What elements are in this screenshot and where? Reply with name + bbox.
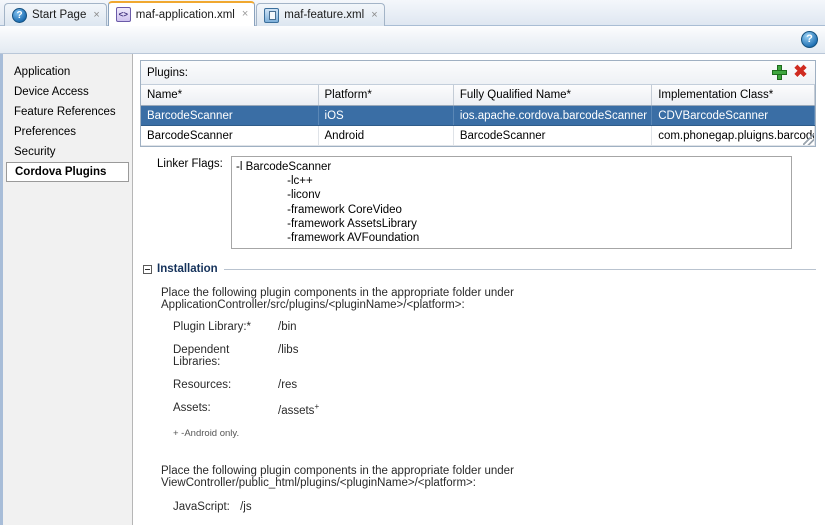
editor-tab-strip: ? Start Page × <> maf-application.xml × … xyxy=(0,0,825,26)
linker-flags-textarea[interactable]: -l BarcodeScanner -lc++ -liconv -framewo… xyxy=(231,156,792,249)
installation-component-list: Plugin Library:* /bin Dependent Librarie… xyxy=(140,321,816,417)
sidebar-item-feature-references[interactable]: Feature References xyxy=(3,102,132,122)
page-body: Application Device Access Feature Refere… xyxy=(0,54,825,525)
tab-label: maf-feature.xml xyxy=(284,9,365,21)
list-item: Dependent Libraries: /libs xyxy=(173,344,816,368)
javascript-row: JavaScript: /js xyxy=(140,501,816,513)
plugin-library-value: /bin xyxy=(278,321,297,333)
installation-paragraph-2: Place the following plugin components in… xyxy=(161,464,514,489)
cell-name[interactable]: BarcodeScanner xyxy=(141,125,319,146)
help-circle-icon: ? xyxy=(12,7,27,23)
cell-fully-qualified-name[interactable]: ios.apache.cordova.barcodeScanner xyxy=(453,105,653,126)
cell-implementation-class[interactable]: CDVBarcodeScanner xyxy=(651,105,815,126)
plugins-label: Plugins: xyxy=(147,66,188,79)
column-header-implementation-class[interactable]: Implementation Class* xyxy=(651,85,815,106)
plugins-table-wrapper: Name* Platform* Fully Qualified Name* Im… xyxy=(141,85,815,146)
tab-label: Start Page xyxy=(32,9,87,21)
assets-path: /assets xyxy=(278,404,315,417)
cell-implementation-class[interactable]: com.phonegap.pluigns.barcode… xyxy=(651,125,815,146)
tab-maf-application-xml[interactable]: <> maf-application.xml × xyxy=(107,1,256,26)
plugin-library-label: Plugin Library:* xyxy=(173,321,251,333)
linker-flags-row: Linker Flags: -l BarcodeScanner -lc++ -l… xyxy=(140,156,816,249)
installation-section-header[interactable]: Installation xyxy=(140,263,816,275)
installation-paragraph-1: Place the following plugin components in… xyxy=(161,287,514,311)
section-divider xyxy=(223,268,816,270)
assets-label: Assets: xyxy=(173,402,211,414)
plugins-group-box: Plugins: ✖ Name* Platform* Fully Qualifi… xyxy=(140,60,816,147)
list-item: Resources: /res xyxy=(173,379,816,391)
cell-platform[interactable]: iOS xyxy=(318,105,454,126)
sidebar-item-security[interactable]: Security xyxy=(3,142,132,162)
plugins-table: Name* Platform* Fully Qualified Name* Im… xyxy=(141,85,815,146)
tab-start-page[interactable]: ? Start Page × xyxy=(4,3,107,26)
plugins-header: Plugins: ✖ xyxy=(141,61,815,85)
cell-fully-qualified-name[interactable]: BarcodeScanner xyxy=(453,125,653,146)
column-header-fully-qualified-name[interactable]: Fully Qualified Name* xyxy=(453,85,653,106)
list-item: Assets: /assets+ xyxy=(173,402,816,417)
delete-cross-icon[interactable]: ✖ xyxy=(791,63,810,82)
sidebar-item-application[interactable]: Application xyxy=(3,62,132,82)
sidebar-item-preferences[interactable]: Preferences xyxy=(3,122,132,142)
close-icon[interactable]: × xyxy=(371,9,377,21)
help-circle-icon[interactable]: ? xyxy=(801,31,818,48)
sidebar-item-device-access[interactable]: Device Access xyxy=(3,82,132,102)
resources-label: Resources: xyxy=(173,379,232,391)
close-icon[interactable]: × xyxy=(242,9,248,20)
table-row[interactable]: BarcodeScanner Android BarcodeScanner co… xyxy=(141,125,815,146)
device-feature-icon xyxy=(264,7,280,23)
list-item: Plugin Library:* /bin xyxy=(173,321,816,333)
cordova-plugins-panel: Plugins: ✖ Name* Platform* Fully Qualifi… xyxy=(133,54,825,525)
add-plus-icon[interactable] xyxy=(770,63,789,82)
android-only-marker: + xyxy=(314,402,320,411)
installation-title: Installation xyxy=(157,263,218,275)
column-header-name[interactable]: Name* xyxy=(141,85,319,106)
sidebar-item-label: Preferences xyxy=(14,126,77,138)
column-header-platform[interactable]: Platform* xyxy=(318,85,454,106)
assets-value: /assets+ xyxy=(278,402,816,417)
table-resize-grip[interactable] xyxy=(803,134,814,145)
android-only-footnote: + -Android only. xyxy=(173,427,240,439)
cell-platform[interactable]: Android xyxy=(318,125,454,146)
sidebar-item-label: Feature References xyxy=(14,106,116,118)
javascript-label: JavaScript: xyxy=(173,500,230,513)
sidebar-item-label: Security xyxy=(14,146,56,158)
dependent-libraries-value: /libs xyxy=(278,344,299,356)
sidebar-item-label: Application xyxy=(14,66,71,78)
sidebar-item-cordova-plugins[interactable]: Cordova Plugins xyxy=(6,162,129,182)
javascript-value: /js xyxy=(240,500,252,513)
editor-toolbar: ? xyxy=(0,26,825,54)
sidebar-item-label: Device Access xyxy=(14,86,89,98)
close-icon[interactable]: × xyxy=(93,9,99,21)
table-header-row: Name* Platform* Fully Qualified Name* Im… xyxy=(141,85,815,106)
tab-label: maf-application.xml xyxy=(135,8,235,21)
navigation-sidebar: Application Device Access Feature Refere… xyxy=(0,54,133,525)
resources-value: /res xyxy=(278,379,298,391)
cell-name[interactable]: BarcodeScanner xyxy=(141,105,319,126)
dependent-libraries-label: Dependent Libraries: xyxy=(173,344,230,368)
tab-maf-feature-xml[interactable]: maf-feature.xml × xyxy=(256,3,385,26)
collapse-minus-icon[interactable] xyxy=(143,264,152,274)
xml-file-icon: <> xyxy=(115,7,131,22)
linker-flags-label: Linker Flags: xyxy=(157,158,223,170)
sidebar-item-label: Cordova Plugins xyxy=(15,166,107,178)
table-row[interactable]: BarcodeScanner iOS ios.apache.cordova.ba… xyxy=(141,105,815,126)
